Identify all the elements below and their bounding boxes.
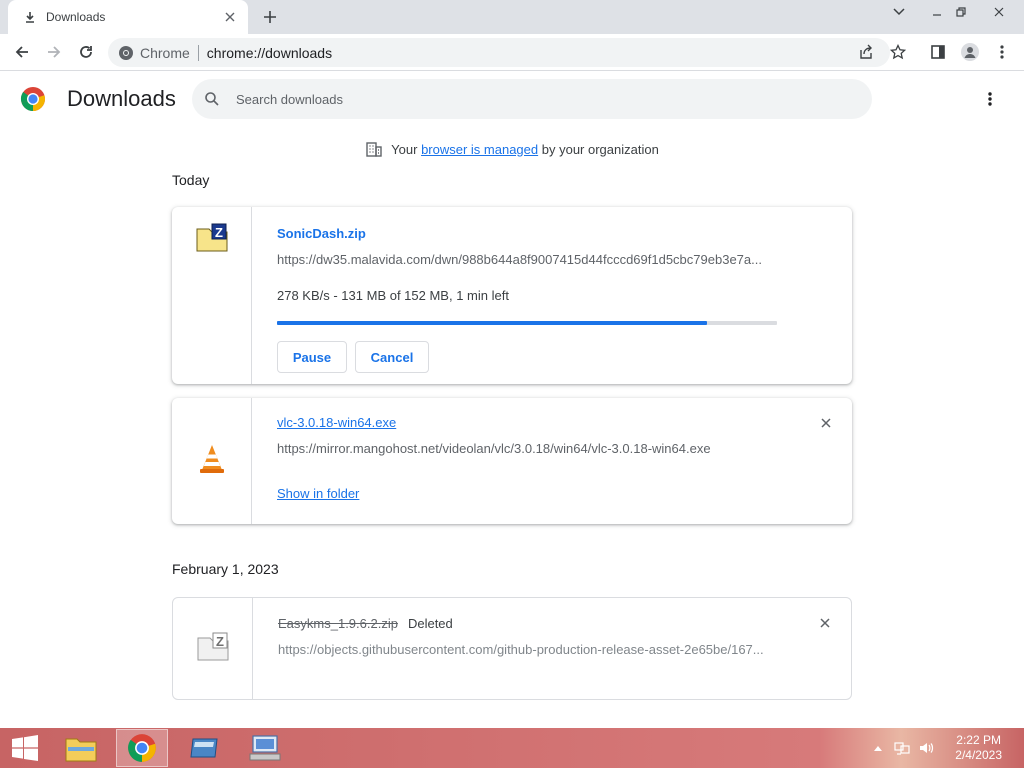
restore-button[interactable] <box>944 0 978 24</box>
download-filename: Easykms_1.9.6.2.zip <box>278 616 398 631</box>
vlc-cone-icon <box>198 443 226 524</box>
download-source-url[interactable]: https://objects.githubusercontent.com/gi… <box>278 642 778 657</box>
download-item: Z SonicDash.zip https://dw35.malavida.co… <box>172 207 852 384</box>
page-title: Downloads <box>67 86 176 111</box>
tab-title: Downloads <box>46 10 106 24</box>
tab-search-icon[interactable] <box>882 0 916 24</box>
tab-strip: Downloads <box>0 0 1024 34</box>
omnibox-url: chrome://downloads <box>206 44 333 61</box>
download-progress-fill <box>277 321 707 325</box>
side-panel-icon[interactable] <box>926 40 950 64</box>
chrome-site-icon <box>118 45 134 61</box>
download-icon <box>22 11 38 23</box>
pause-button[interactable]: Pause <box>277 341 347 373</box>
show-in-folder-link[interactable]: Show in folder <box>277 486 359 501</box>
taskbar-clock[interactable]: 2:22 PM 2/4/2023 <box>955 733 1002 763</box>
downloads-header: Downloads <box>0 71 1024 127</box>
volume-icon[interactable] <box>918 740 934 756</box>
managed-suffix: by your organization <box>541 141 659 157</box>
taskbar: 2:22 PM 2/4/2023 <box>0 728 1024 768</box>
bookmark-star-icon[interactable] <box>886 40 910 64</box>
browser-menu-icon[interactable] <box>990 40 1014 64</box>
date-header-feb-1: February 1, 2023 <box>172 561 279 577</box>
tab-close-icon[interactable] <box>222 9 238 25</box>
date-header-today: Today <box>172 172 210 188</box>
start-button[interactable] <box>4 729 46 767</box>
managed-link[interactable]: browser is managed <box>421 142 538 157</box>
download-filename[interactable]: SonicDash.zip <box>277 226 366 241</box>
building-icon <box>365 140 383 158</box>
managed-notice: Your browser is managed by your organiza… <box>0 140 1024 158</box>
download-item: Z Easykms_1.9.6.2.zip Deleted https://ob… <box>172 597 852 700</box>
back-button[interactable] <box>8 38 36 66</box>
download-source-url[interactable]: https://dw35.malavida.com/dwn/988b644a8f… <box>277 252 777 267</box>
forward-button[interactable] <box>40 38 68 66</box>
chrome-taskbar-icon[interactable] <box>116 729 168 767</box>
share-icon[interactable] <box>854 40 878 64</box>
download-progress-bar <box>277 321 777 325</box>
download-filename[interactable]: vlc-3.0.18-win64.exe <box>277 415 396 430</box>
browser-toolbar: Chrome chrome://downloads <box>0 34 1024 71</box>
profile-avatar-icon[interactable] <box>958 40 982 64</box>
download-item: vlc-3.0.18-win64.exe https://mirror.mang… <box>172 398 852 524</box>
cancel-button[interactable]: Cancel <box>355 341 429 373</box>
remote-desktop-icon[interactable] <box>240 729 290 767</box>
address-bar[interactable]: Chrome chrome://downloads <box>108 38 890 67</box>
zip-file-icon: Z <box>195 223 229 384</box>
app-window-icon[interactable] <box>182 729 228 767</box>
tab-downloads[interactable]: Downloads <box>8 0 248 34</box>
chrome-logo-icon <box>20 86 46 112</box>
deleted-label: Deleted <box>407 616 453 631</box>
svg-text:Z: Z <box>216 634 224 649</box>
clock-time: 2:22 PM <box>956 733 1001 747</box>
omnibox-site-label: Chrome <box>140 44 190 61</box>
system-tray <box>874 728 934 768</box>
download-source-url[interactable]: https://mirror.mangohost.net/videolan/vl… <box>277 441 777 456</box>
managed-prefix: Your <box>391 141 418 157</box>
omnibox-separator <box>197 44 199 61</box>
search-input[interactable] <box>236 91 736 107</box>
remove-from-list-icon[interactable] <box>816 413 836 433</box>
search-icon <box>204 91 220 107</box>
show-hidden-icons-icon[interactable] <box>874 745 882 751</box>
remove-from-list-icon[interactable] <box>815 613 835 633</box>
close-window-button[interactable] <box>982 0 1016 24</box>
clock-date: 2/4/2023 <box>955 748 1002 762</box>
more-actions-icon[interactable] <box>978 87 1002 111</box>
file-explorer-icon[interactable] <box>58 729 104 767</box>
reload-button[interactable] <box>72 38 100 66</box>
search-downloads-box[interactable] <box>192 79 872 119</box>
network-icon[interactable] <box>894 740 910 756</box>
svg-text:Z: Z <box>215 225 223 240</box>
zip-file-icon: Z <box>196 632 230 699</box>
download-status: 278 KB/s - 131 MB of 152 MB, 1 min left <box>277 288 509 303</box>
new-tab-button[interactable] <box>258 5 282 29</box>
